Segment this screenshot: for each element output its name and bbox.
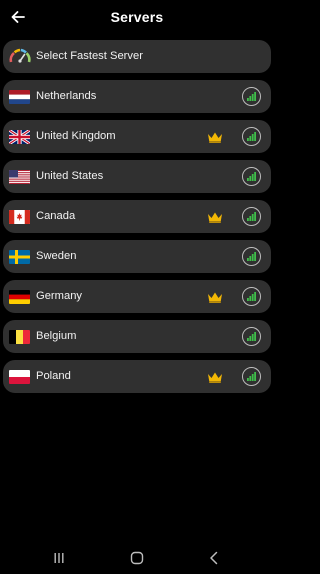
premium-crown-icon	[208, 292, 222, 303]
server-list: Select Fastest Server Netherlands United…	[3, 40, 271, 400]
system-navigation-bar	[0, 540, 274, 574]
select-fastest-server-button[interactable]: Select Fastest Server	[3, 40, 271, 73]
poland-flag-icon	[9, 370, 30, 384]
premium-crown-icon	[208, 132, 222, 143]
server-item-netherlands[interactable]: Netherlands	[3, 80, 271, 113]
server-label: Netherlands	[36, 90, 97, 102]
server-item-belgium[interactable]: Belgium	[3, 320, 271, 353]
belgium-flag-icon	[9, 330, 30, 344]
signal-strength-icon	[242, 367, 261, 386]
server-item-united-states[interactable]: United States	[3, 160, 271, 193]
server-item-sweden[interactable]: Sweden	[3, 240, 271, 273]
server-item-poland[interactable]: Poland	[3, 360, 271, 393]
germany-flag-icon	[9, 290, 30, 304]
server-item-canada[interactable]: Canada	[3, 200, 271, 233]
signal-strength-icon	[242, 287, 261, 306]
server-label: Sweden	[36, 250, 77, 262]
back-triangle-icon[interactable]	[206, 550, 222, 566]
servers-screen: Servers Select Fastest Server Netherland…	[0, 0, 274, 574]
premium-crown-icon	[208, 212, 222, 223]
premium-crown-icon	[208, 372, 222, 383]
server-label: Poland	[36, 370, 71, 382]
signal-strength-icon	[242, 207, 261, 226]
netherlands-flag-icon	[9, 90, 30, 104]
server-label: United States	[36, 170, 104, 182]
speedometer-icon	[9, 48, 31, 63]
signal-strength-icon	[242, 327, 261, 346]
server-label: Germany	[36, 290, 83, 302]
signal-strength-icon	[242, 127, 261, 146]
server-item-germany[interactable]: Germany	[3, 280, 271, 313]
recents-icon[interactable]	[51, 550, 67, 566]
server-label: Canada	[36, 210, 76, 222]
server-label: Belgium	[36, 330, 77, 342]
signal-strength-icon	[242, 87, 261, 106]
home-icon[interactable]	[129, 550, 145, 566]
signal-strength-icon	[242, 247, 261, 266]
app-header: Servers	[0, 0, 274, 36]
server-item-united-kingdom[interactable]: United Kingdom	[3, 120, 271, 153]
page-title: Servers	[110, 9, 164, 25]
server-label: Select Fastest Server	[36, 50, 143, 62]
signal-strength-icon	[242, 167, 261, 186]
canada-flag-icon	[9, 210, 30, 224]
us-flag-icon	[9, 170, 30, 184]
uk-flag-icon	[9, 130, 30, 144]
server-label: United Kingdom	[36, 130, 116, 142]
sweden-flag-icon	[9, 250, 30, 264]
